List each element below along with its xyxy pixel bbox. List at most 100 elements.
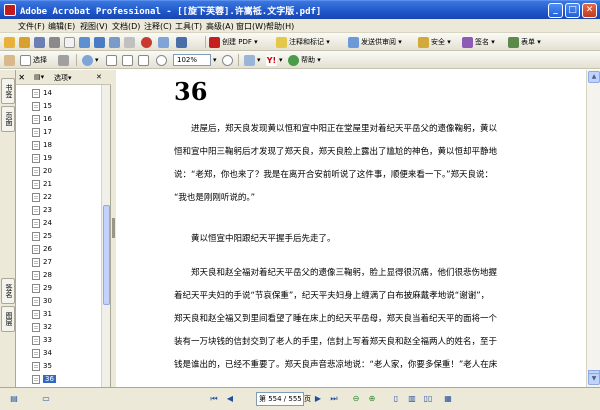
next-view-icon[interactable]: ⊕ xyxy=(366,393,378,405)
bookmark-item[interactable]: 33 xyxy=(32,335,52,345)
snapshot-tool[interactable] xyxy=(58,54,71,66)
page-number-field[interactable]: 第 554 / 555 页 xyxy=(256,392,311,406)
minimize-button[interactable]: _ xyxy=(548,3,563,18)
maximize-button[interactable]: □ xyxy=(565,3,580,18)
send-review-button[interactable]: 发送供审阅 ▾ xyxy=(348,36,402,48)
tab-pages[interactable]: 页面 xyxy=(1,106,15,132)
menu-help[interactable]: 帮助(H) xyxy=(266,21,294,32)
forms-button[interactable]: 表单 ▾ xyxy=(508,36,541,48)
create-icon[interactable] xyxy=(19,36,32,48)
bookmark-item[interactable]: 19 xyxy=(32,153,52,163)
bookmark-item[interactable]: 36 xyxy=(32,374,56,384)
scroll-thumb[interactable] xyxy=(103,205,110,305)
page-size-icon[interactable]: ▤ xyxy=(8,393,20,405)
tab-signatures[interactable]: 签名 xyxy=(1,278,15,304)
menu-comments[interactable]: 注释(C) xyxy=(144,21,172,32)
bookmark-item[interactable]: 21 xyxy=(32,179,52,189)
find-icon[interactable] xyxy=(124,36,137,48)
yahoo-button[interactable]: Y! ▾ xyxy=(266,54,283,66)
bookmark-item[interactable]: 23 xyxy=(32,205,52,215)
options-menu[interactable]: 选项▾ xyxy=(54,73,72,83)
create-pdf-button[interactable]: 创建 PDF ▾ xyxy=(209,36,258,48)
bookmarks-scrollbar[interactable] xyxy=(101,85,110,387)
tab-layers[interactable]: 图层 xyxy=(1,306,15,332)
hand-tool[interactable] xyxy=(4,54,17,66)
bookmark-item[interactable]: 27 xyxy=(32,257,52,267)
panel-close-icon[interactable]: ✕ xyxy=(96,73,102,81)
menu-document[interactable]: 文档(D) xyxy=(112,21,140,32)
new-bookmark-icon[interactable]: ▤▾ xyxy=(34,73,44,81)
delete-bookmark-icon[interactable]: 🗙 xyxy=(19,73,24,84)
bookmark-item[interactable]: 25 xyxy=(32,231,52,241)
document-scrollbar[interactable]: ▲ ▼ xyxy=(586,70,600,387)
previous-page-button[interactable]: ◀ xyxy=(224,393,236,405)
binoculars-icon[interactable] xyxy=(158,36,171,48)
save-icon[interactable] xyxy=(34,36,47,48)
bookmark-item[interactable]: 18 xyxy=(32,140,52,150)
bookmark-item[interactable]: 29 xyxy=(32,283,52,293)
spell-icon[interactable] xyxy=(94,36,107,48)
layout-icon[interactable]: ▭ xyxy=(40,393,52,405)
zoom-in-button[interactable] xyxy=(222,54,235,66)
first-page-button[interactable]: ⏮ xyxy=(208,393,220,405)
bookmark-item[interactable]: 17 xyxy=(32,127,52,137)
bookmark-item[interactable]: 16 xyxy=(32,114,52,124)
single-page-icon[interactable]: ▯ xyxy=(390,393,402,405)
bookmark-label: 21 xyxy=(43,180,52,188)
previous-view-icon[interactable]: ⊖ xyxy=(350,393,362,405)
bookmark-item[interactable]: 14 xyxy=(32,88,52,98)
email-icon[interactable] xyxy=(64,36,77,48)
help-label: 帮助 xyxy=(301,56,315,64)
resize-grip-icon[interactable] xyxy=(588,397,598,407)
menu-window[interactable]: 窗口(W) xyxy=(236,21,266,32)
facing-icon[interactable]: ▯▯ xyxy=(422,393,434,405)
continuous-icon[interactable]: ▥ xyxy=(406,393,418,405)
scroll-up-button[interactable]: ▲ xyxy=(588,71,600,83)
zoom-menu-button[interactable]: ▾ xyxy=(213,54,217,66)
rotate-button[interactable]: ▾ xyxy=(244,54,261,66)
zoom-level-field[interactable]: 102% xyxy=(173,54,211,66)
zoom-tool[interactable]: ▾ xyxy=(82,54,99,66)
bookmark-label: 25 xyxy=(43,232,52,240)
menu-edit[interactable]: 编辑(E) xyxy=(48,21,75,32)
last-page-button[interactable]: ⏭ xyxy=(328,393,340,405)
bookmark-item[interactable]: 30 xyxy=(32,296,52,306)
continuous-facing-icon[interactable]: ▦ xyxy=(442,393,454,405)
menu-file[interactable]: 文件(F) xyxy=(18,21,45,32)
menu-tools[interactable]: 工具(T) xyxy=(175,21,202,32)
bookmark-item[interactable]: 35 xyxy=(32,361,52,371)
print-icon[interactable] xyxy=(49,36,62,48)
sign-button[interactable]: 签名 ▾ xyxy=(462,36,495,48)
fit-width-button[interactable] xyxy=(138,54,151,66)
bookmark-item[interactable]: 15 xyxy=(32,101,52,111)
menu-view[interactable]: 视图(V) xyxy=(80,21,108,32)
fit-page-button[interactable] xyxy=(122,54,135,66)
actual-size-button[interactable] xyxy=(106,54,119,66)
tab-bookmarks[interactable]: 书签 xyxy=(1,78,15,104)
open-icon[interactable] xyxy=(4,36,17,48)
stop-icon[interactable] xyxy=(141,36,154,48)
organizer-icon[interactable] xyxy=(79,36,92,48)
scroll-down-button[interactable]: ▼ xyxy=(588,373,600,385)
review-button[interactable]: 注释和标记 ▾ xyxy=(276,36,330,48)
attach-icon[interactable] xyxy=(109,36,122,48)
bookmark-item[interactable]: 22 xyxy=(32,192,52,202)
bookmark-item[interactable]: 26 xyxy=(32,244,52,254)
select-tool[interactable]: 选择 xyxy=(20,54,47,66)
bookmark-item[interactable]: 20 xyxy=(32,166,52,176)
bookmark-item[interactable]: 31 xyxy=(32,309,52,319)
bookmark-item[interactable]: 32 xyxy=(32,322,52,332)
bookmark-page-icon xyxy=(32,101,40,111)
bookmark-page-icon xyxy=(32,374,40,384)
separator xyxy=(205,36,206,48)
zoom-out-button[interactable] xyxy=(156,54,169,66)
bookmark-item[interactable]: 24 xyxy=(32,218,52,228)
hand-search-icon[interactable] xyxy=(176,36,189,48)
bookmark-item[interactable]: 34 xyxy=(32,348,52,358)
help-button[interactable]: 帮助 ▾ xyxy=(288,54,321,66)
bookmark-item[interactable]: 28 xyxy=(32,270,52,280)
menu-advanced[interactable]: 高级(A) xyxy=(206,21,234,32)
secure-button[interactable]: 安全 ▾ xyxy=(418,36,451,48)
next-page-button[interactable]: ▶ xyxy=(312,393,324,405)
close-button[interactable]: ✕ xyxy=(582,3,597,18)
